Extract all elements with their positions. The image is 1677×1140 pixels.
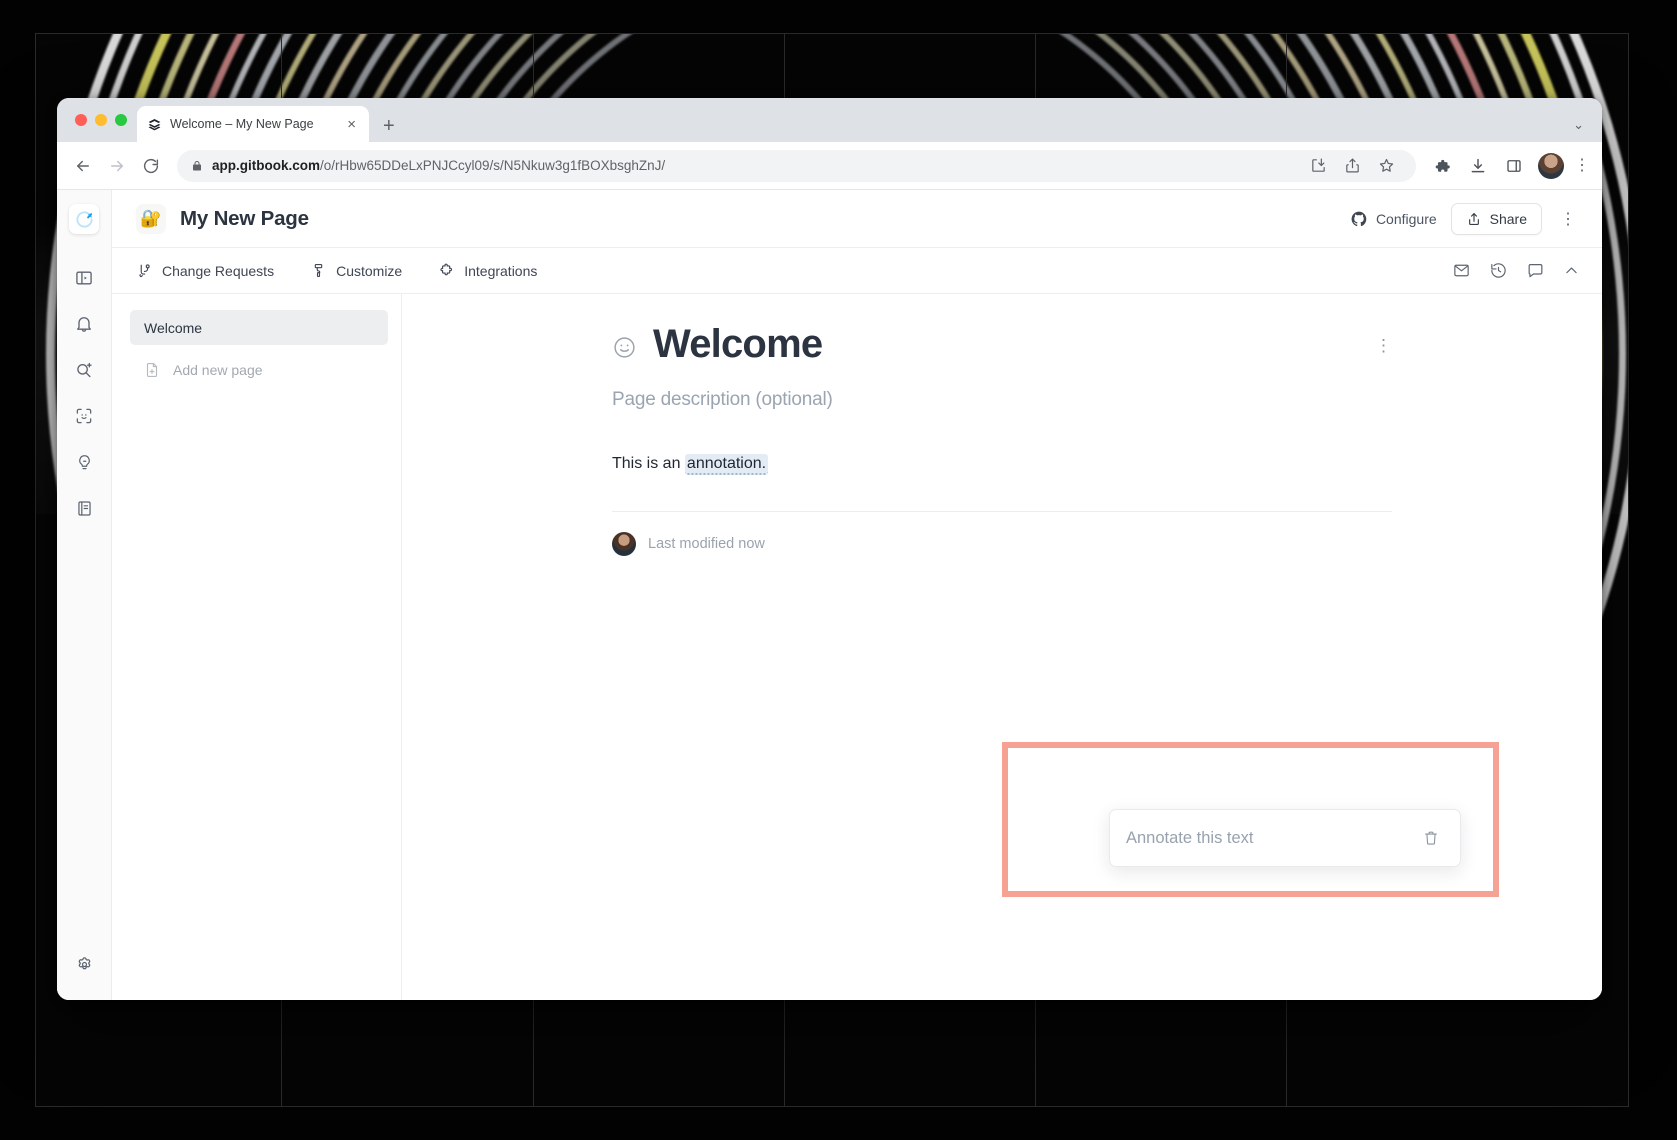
space-header: 🔐 My New Page Configure Share ⋮ xyxy=(112,190,1602,248)
left-icon-rail xyxy=(57,190,112,1000)
close-window-button[interactable] xyxy=(75,114,87,126)
space-emoji-icon[interactable]: 🔐 xyxy=(136,203,166,234)
header-actions: Configure Share ⋮ xyxy=(1350,202,1580,235)
header-kebab-menu[interactable]: ⋮ xyxy=(1556,209,1580,229)
book-icon xyxy=(75,499,94,518)
document-title-row: Welcome ⋮ xyxy=(612,322,1392,367)
minimize-window-button[interactable] xyxy=(95,114,107,126)
page-item-label: Welcome xyxy=(144,319,203,336)
omnibox-actions xyxy=(1302,150,1402,182)
new-tab-button[interactable]: + xyxy=(369,116,409,142)
downloads-icon[interactable] xyxy=(1462,150,1494,182)
address-bar[interactable]: app.gitbook.com/o/rHbw65DDeLxPNJCcyl09/s… xyxy=(177,149,1416,182)
scan-frame-icon xyxy=(74,406,94,426)
address-bar-url: app.gitbook.com/o/rHbw65DDeLxPNJCcyl09/s… xyxy=(212,158,665,173)
comment-icon[interactable] xyxy=(1526,261,1545,280)
install-app-icon[interactable] xyxy=(1302,150,1334,182)
sidebar-item-notifications[interactable] xyxy=(66,306,102,342)
add-new-page-label: Add new page xyxy=(173,361,263,378)
panel-icon xyxy=(74,268,94,288)
bell-icon xyxy=(74,314,94,334)
browser-window: Welcome – My New Page × + ⌄ app.gitbook.… xyxy=(57,98,1602,1000)
sidebar-item-panel[interactable] xyxy=(66,260,102,296)
add-new-page-button[interactable]: Add new page xyxy=(130,352,388,387)
browser-tab-title: Welcome – My New Page xyxy=(170,117,314,131)
git-branch-icon xyxy=(136,262,153,279)
browser-toolbar-icons: ⋮ xyxy=(1426,150,1592,182)
share-label: Share xyxy=(1489,210,1527,227)
browser-tab-strip: Welcome – My New Page × + ⌄ xyxy=(57,98,1602,142)
document-editor: Welcome ⋮ Page description (optional) Th… xyxy=(402,294,1602,1000)
profile-avatar[interactable] xyxy=(1538,152,1564,179)
tab-change-requests[interactable]: Change Requests xyxy=(136,262,274,279)
history-icon[interactable] xyxy=(1489,261,1508,280)
zoom-window-button[interactable] xyxy=(115,114,127,126)
smiley-face-icon[interactable] xyxy=(612,335,637,360)
gear-icon xyxy=(75,955,94,974)
document-content: Welcome ⋮ Page description (optional) Th… xyxy=(552,294,1452,556)
browser-navigation-bar: app.gitbook.com/o/rHbw65DDeLxPNJCcyl09/s… xyxy=(57,142,1602,190)
window-traffic-lights xyxy=(69,98,137,142)
bookmark-star-icon[interactable] xyxy=(1370,150,1402,182)
puzzle-icon xyxy=(438,262,455,279)
forward-button[interactable] xyxy=(101,150,133,182)
share-button[interactable]: Share xyxy=(1450,202,1542,235)
avatar xyxy=(612,531,636,556)
tab-customize[interactable]: Customize xyxy=(310,262,402,279)
sidebar-item-welcome[interactable]: Welcome xyxy=(130,310,388,345)
upload-share-icon xyxy=(1466,211,1482,227)
gitbook-logo-icon xyxy=(147,117,162,132)
gitbook-logo-icon[interactable] xyxy=(69,204,99,234)
document-title[interactable]: Welcome xyxy=(653,322,823,367)
search-sparkle-icon xyxy=(74,360,94,380)
document-paragraph[interactable]: This is an annotation. xyxy=(612,451,1392,477)
lightbulb-icon xyxy=(75,453,94,472)
sidebar-item-library[interactable] xyxy=(66,490,102,526)
app-main: 🔐 My New Page Configure Share ⋮ Change R… xyxy=(112,190,1602,1000)
close-tab-icon[interactable]: × xyxy=(344,115,359,134)
side-panel-icon[interactable] xyxy=(1498,150,1530,182)
tab-integrations[interactable]: Integrations xyxy=(438,262,537,279)
sidebar-item-capture[interactable] xyxy=(66,398,102,434)
page-list-sidebar: Welcome Add new page xyxy=(112,294,402,1000)
paragraph-text-before: This is an xyxy=(612,455,685,472)
chevron-up-icon[interactable] xyxy=(1563,262,1580,279)
annotation-popover[interactable] xyxy=(1109,809,1461,867)
document-divider xyxy=(612,510,1392,512)
app-tab-bar: Change Requests Customize Integrations xyxy=(112,248,1602,294)
browser-tab[interactable]: Welcome – My New Page × xyxy=(137,106,369,142)
paint-roller-icon xyxy=(310,262,327,279)
sidebar-item-search-ai[interactable] xyxy=(66,352,102,388)
last-modified-label: Last modified now xyxy=(648,535,765,552)
extensions-puzzle-icon[interactable] xyxy=(1426,150,1458,182)
document-description-input[interactable]: Page description (optional) xyxy=(612,389,1392,411)
url-domain: app.gitbook.com xyxy=(212,158,320,173)
new-page-icon xyxy=(143,361,161,379)
url-path: /o/rHbw65DDeLxPNJCcyl09/s/N5Nkuw3g1fBOXb… xyxy=(320,158,666,173)
chevron-down-icon[interactable]: ⌄ xyxy=(1573,117,1584,133)
lock-icon xyxy=(191,160,203,172)
annotation-input[interactable] xyxy=(1126,828,1418,848)
reload-button[interactable] xyxy=(135,150,167,182)
app-body: Welcome Add new page Welcome ⋮ Page desc… xyxy=(112,294,1602,1000)
annotated-text[interactable]: annotation. xyxy=(684,454,769,475)
configure-label: Configure xyxy=(1375,210,1437,227)
sidebar-item-insights[interactable] xyxy=(66,444,102,480)
chrome-menu-kebab-icon[interactable]: ⋮ xyxy=(1572,157,1592,174)
sidebar-item-settings[interactable] xyxy=(66,946,102,982)
back-button[interactable] xyxy=(67,150,99,182)
document-kebab-menu[interactable]: ⋮ xyxy=(1375,322,1392,356)
configure-button[interactable]: Configure xyxy=(1350,210,1437,228)
tab-bar-actions xyxy=(1452,261,1580,280)
github-icon xyxy=(1350,210,1368,228)
tab-label: Customize xyxy=(336,262,403,279)
gitbook-app: 🔐 My New Page Configure Share ⋮ Change R… xyxy=(57,190,1602,1000)
page-title: My New Page xyxy=(180,206,309,230)
tab-label: Change Requests xyxy=(162,262,275,279)
trash-icon[interactable] xyxy=(1418,825,1444,851)
last-modified-row: Last modified now xyxy=(612,531,1392,556)
inbox-icon[interactable] xyxy=(1452,261,1471,280)
share-icon[interactable] xyxy=(1336,150,1368,182)
tab-label: Integrations xyxy=(464,262,538,279)
